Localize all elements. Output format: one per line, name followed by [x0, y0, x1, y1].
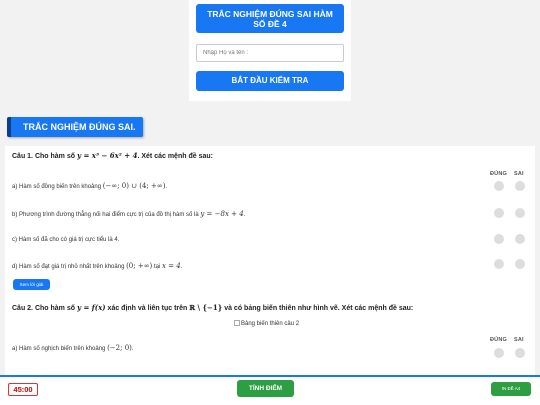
- start-test-button[interactable]: BẮT ĐẦU KIỂM TRA: [196, 71, 344, 91]
- true-column-header-2: ĐÚNG: [490, 337, 507, 343]
- option-b-end: .: [243, 212, 246, 218]
- q1a-true-radio[interactable]: [494, 181, 504, 191]
- quiz-title-banner: TRẮC NGHIỆM ĐÚNG SAI HÀM SỐ ĐỀ 4: [196, 4, 344, 33]
- countdown-timer: 45:00: [8, 383, 38, 396]
- option-a-math: (−∞; 0) ∪ (4; +∞): [102, 182, 166, 190]
- section-heading: TRẮC NGHIỆM ĐÚNG SAI.: [7, 117, 143, 137]
- q2a-false-radio[interactable]: [515, 348, 525, 358]
- option-b-math: y = −8x + 4: [200, 210, 244, 218]
- question-1-formula: y = x³ − 6x² + 4: [76, 151, 138, 160]
- print-a4-button[interactable]: IN ĐỀ A4: [491, 382, 531, 396]
- question-2-domain: ℝ \ {−1}: [189, 303, 223, 312]
- option-a-text: a) Hàm số đồng biến trên khoảng: [12, 184, 102, 190]
- false-column-header-2: SAI: [514, 337, 524, 343]
- question-2-formula: y = f(x): [76, 303, 106, 312]
- q2-option-a-end: .: [131, 346, 134, 352]
- option-d-text: d) Hàm số đạt giá trị nhỏ nhất trên khoả…: [12, 264, 125, 270]
- question-2-suffix: và có bảng biến thiên như hình vẽ. Xét c…: [224, 305, 414, 312]
- question-2-prefix: Câu 2. Cho hàm số: [12, 305, 76, 312]
- view-solution-button[interactable]: Xem lời giải: [13, 279, 50, 290]
- q2-option-a-math: (−2; 0): [107, 344, 132, 352]
- option-d-mid: tại: [153, 264, 161, 270]
- q1c-true-radio[interactable]: [494, 234, 504, 244]
- quiz-title-line1: TRẮC NGHIỆM ĐÚNG SAI HÀM: [207, 9, 333, 19]
- option-d-math-2: x = 4: [161, 262, 181, 270]
- question-2-middle: xác định và liên tục trên: [107, 305, 188, 312]
- question-panel: Câu 1. Cho hàm số y = x³ − 6x² + 4. Xét …: [5, 146, 535, 378]
- question-1-prefix: Câu 1. Cho hàm số: [12, 153, 76, 160]
- question-1-option-c: c) Hàm số đã cho có giá trị cực tiểu là …: [12, 237, 120, 243]
- option-d-math-1: (0; +∞): [126, 262, 153, 270]
- true-column-header: ĐÚNG: [490, 171, 507, 177]
- q1a-false-radio[interactable]: [515, 181, 525, 191]
- q2a-true-radio[interactable]: [494, 348, 504, 358]
- q1b-false-radio[interactable]: [515, 208, 525, 218]
- false-column-header: SAI: [514, 171, 524, 177]
- q1d-false-radio[interactable]: [515, 259, 525, 269]
- variation-table-alt-text: Bảng biến thiên câu 2: [241, 321, 300, 327]
- variation-table-image: Bảng biến thiên câu 2: [234, 320, 299, 327]
- question-1-suffix: . Xét các mệnh đề sau:: [137, 153, 213, 160]
- name-input[interactable]: [196, 44, 344, 62]
- option-d-end: .: [180, 264, 183, 270]
- question-1-title: Câu 1. Cho hàm số y = x³ − 6x² + 4. Xét …: [12, 151, 213, 160]
- question-1-option-b: b) Phương trình đường thẳng nối hai điểm…: [12, 210, 245, 218]
- question-1-option-a: a) Hàm số đồng biến trên khoảng (−∞; 0) …: [12, 182, 167, 190]
- question-2-option-a: a) Hàm số nghịch biến trên khoảng (−2; 0…: [12, 344, 134, 352]
- question-2-title: Câu 2. Cho hàm số y = f(x) xác định và l…: [12, 303, 413, 312]
- q1b-true-radio[interactable]: [494, 208, 504, 218]
- option-b-text: b) Phương trình đường thẳng nối hai điểm…: [12, 212, 199, 218]
- broken-image-icon: [234, 320, 240, 326]
- quiz-title-line2: SỐ ĐỀ 4: [253, 19, 287, 29]
- q1d-true-radio[interactable]: [494, 259, 504, 269]
- option-a-end: .: [165, 184, 168, 190]
- q2-option-a-text: a) Hàm số nghịch biến trên khoảng: [12, 346, 106, 352]
- question-1-option-d: d) Hàm số đạt giá trị nhỏ nhất trên khoả…: [12, 262, 182, 270]
- q1c-false-radio[interactable]: [515, 234, 525, 244]
- calculate-score-button[interactable]: TÍNH ĐIỂM: [237, 380, 294, 397]
